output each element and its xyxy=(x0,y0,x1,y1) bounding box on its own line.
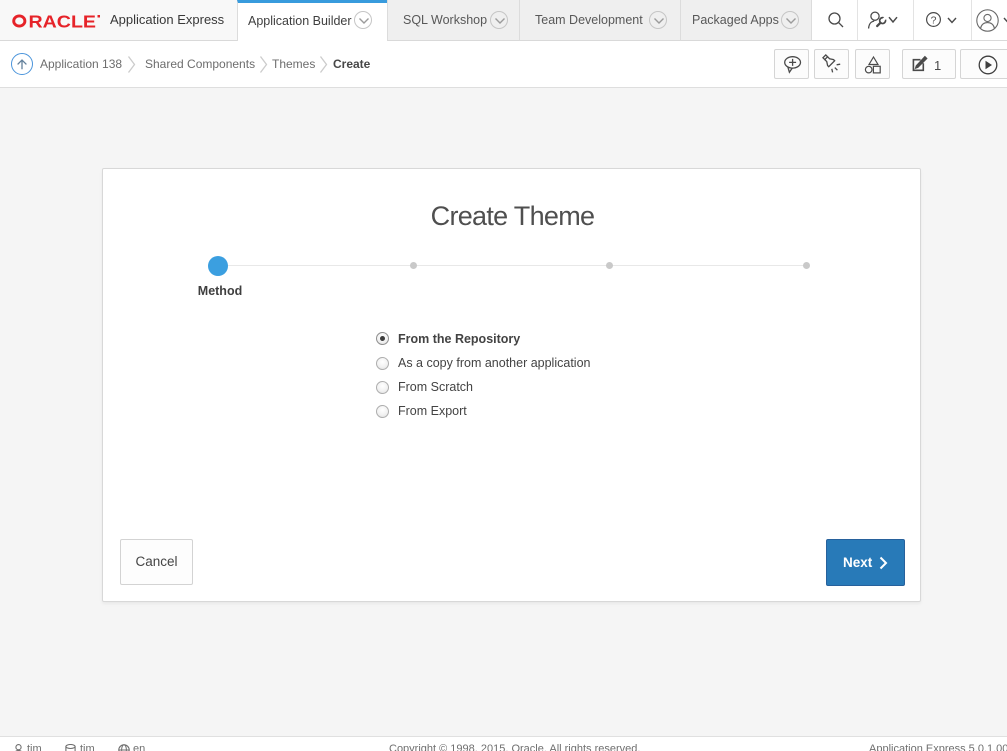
svg-text:RACLE: RACLE xyxy=(29,11,97,30)
svg-text:?: ? xyxy=(931,14,937,26)
